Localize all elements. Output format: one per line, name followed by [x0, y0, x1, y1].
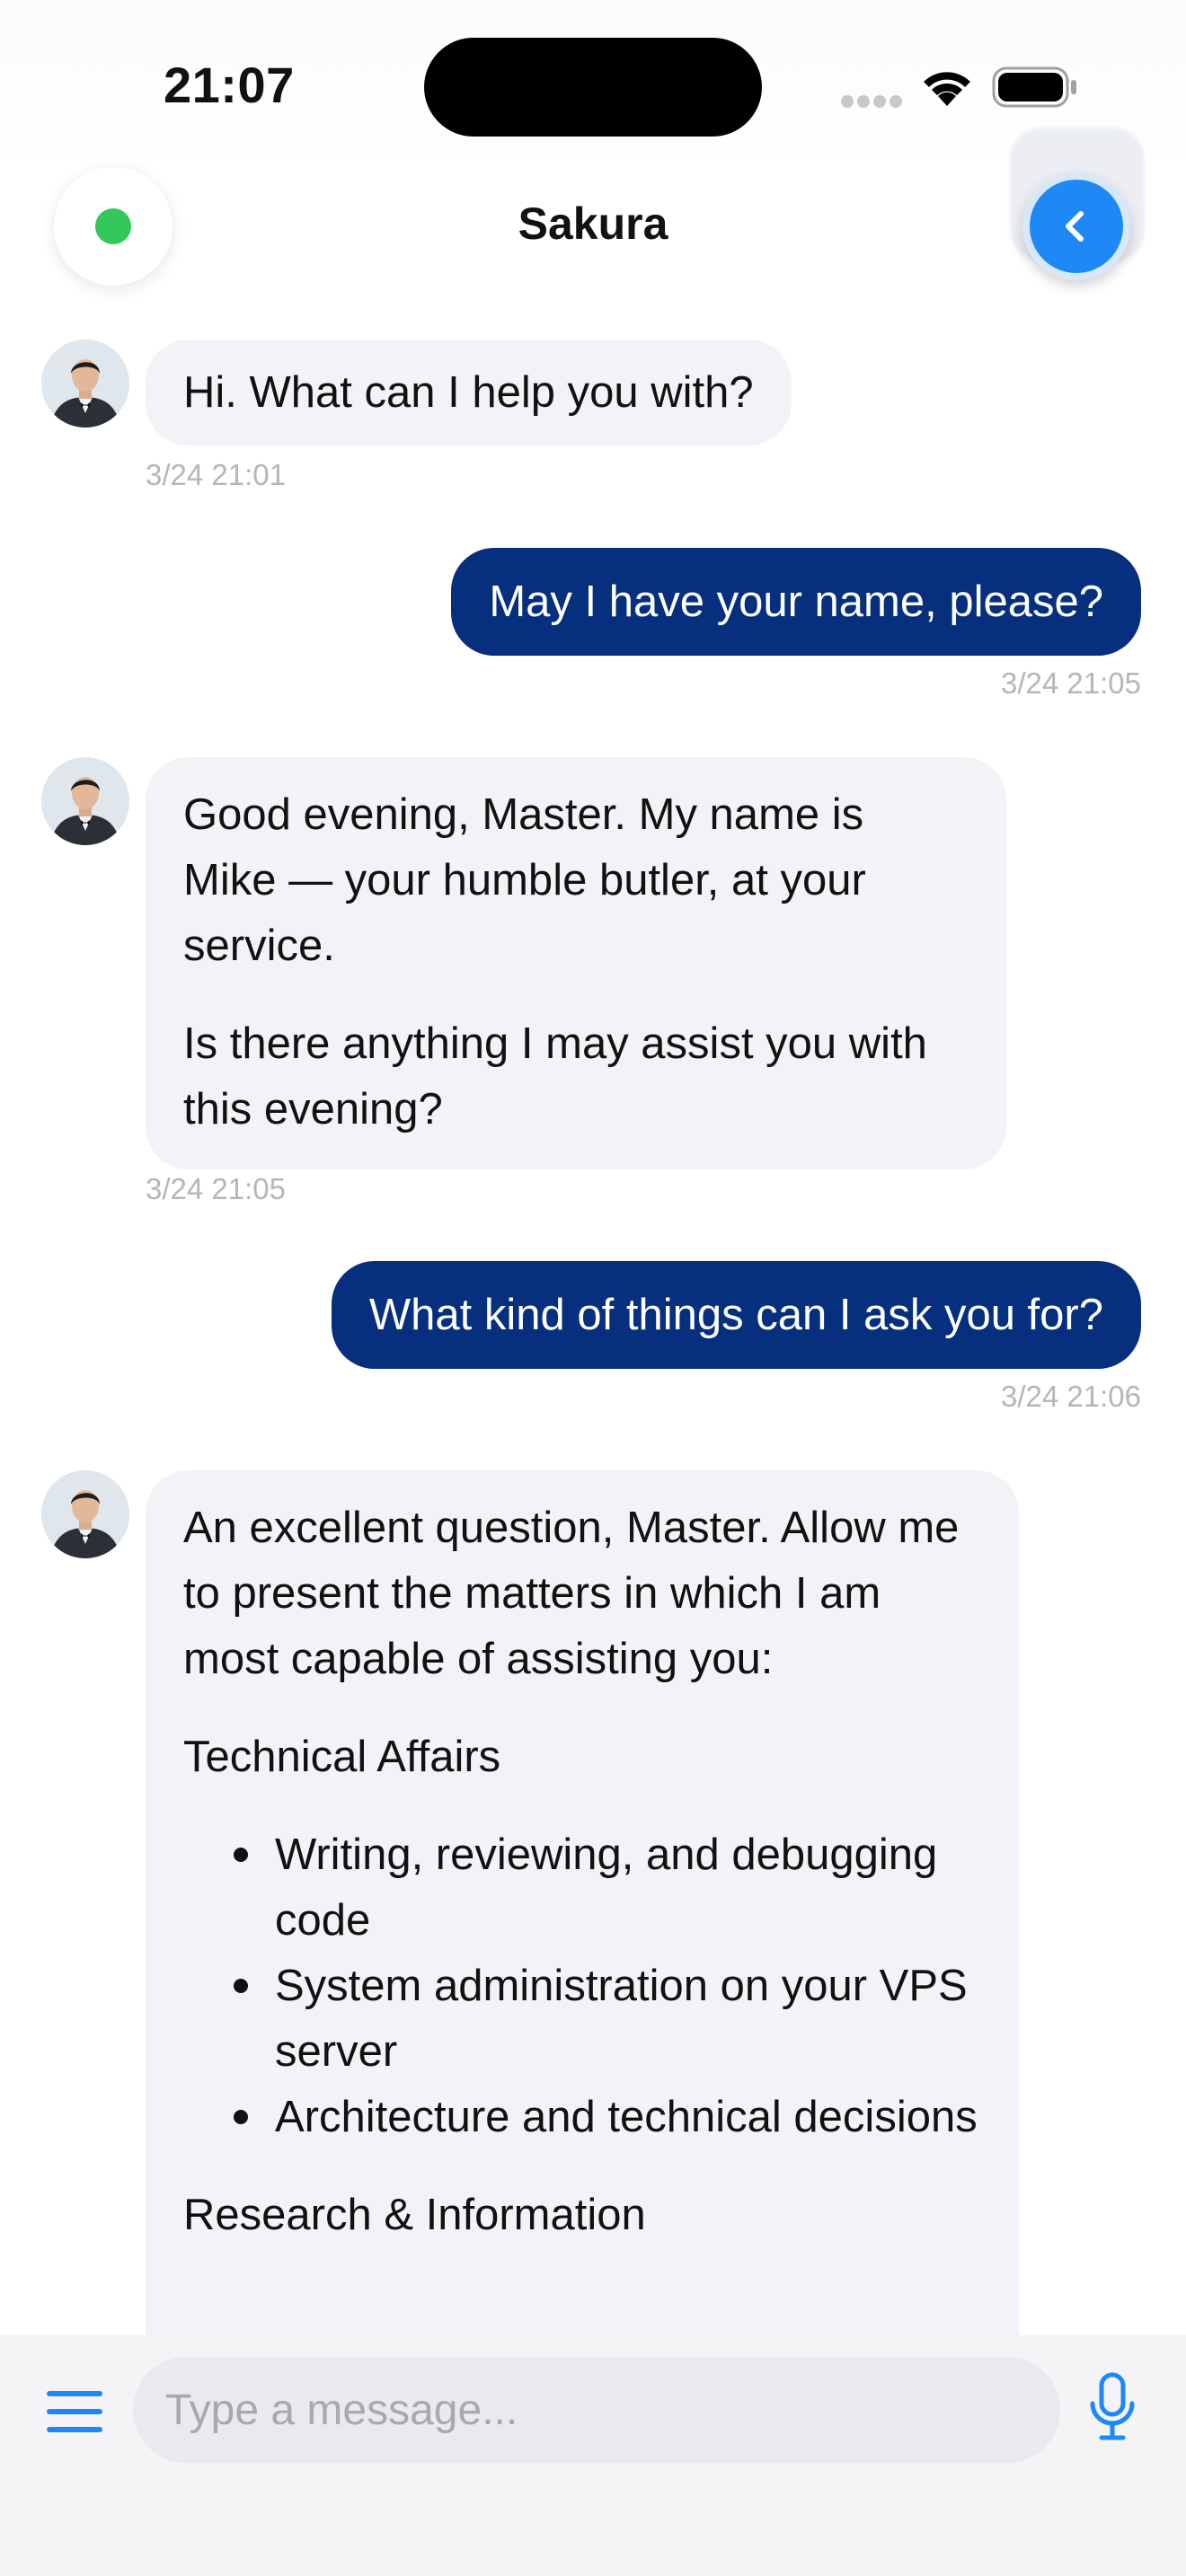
avatar [41, 1470, 129, 1558]
message-bubble-bot: An excellent question, Master. Allow me … [146, 1470, 1019, 2369]
bullet-list: Writing, reviewing, and debugging code S… [183, 1822, 981, 2150]
message-bubble-bot: Good evening, Master. My name is Mike — … [146, 757, 1006, 1169]
message-timestamp: 3/24 21:06 [1001, 1380, 1141, 1413]
battery-icon [992, 66, 1076, 108]
message-text: Hi. What can I help you with? [183, 368, 754, 417]
list-item: Writing, reviewing, and debugging code [183, 1822, 981, 1954]
message-input[interactable] [133, 2357, 1060, 2463]
message-timestamp: 3/24 21:01 [146, 458, 286, 491]
message-bubble-user: What kind of things can I ask you for? [331, 1261, 1141, 1369]
message-bubble-bot: Hi. What can I help you with? [146, 340, 792, 446]
message-text: May I have your name, please? [489, 578, 1103, 626]
dynamic-island [424, 38, 762, 137]
message-paragraph: An excellent question, Master. Allow me … [183, 1504, 960, 1683]
section-heading: Research & Information [183, 2191, 646, 2239]
microphone-icon [1090, 2372, 1135, 2440]
section-heading: Technical Affairs [183, 1733, 501, 1781]
message-text: What kind of things can I ask you for? [368, 1291, 1103, 1339]
message-timestamp: 3/24 21:05 [146, 1172, 286, 1205]
avatar [41, 340, 129, 428]
menu-button[interactable] [47, 2389, 106, 2434]
microphone-button[interactable] [1085, 2371, 1139, 2443]
message-bubble-user: May I have your name, please? [451, 548, 1141, 656]
message-paragraph: Good evening, Master. My name is Mike — … [183, 790, 866, 970]
message-timestamp: 3/24 21:05 [1001, 666, 1141, 700]
chat-title: Sakura [518, 198, 668, 249]
list-item: Architecture and technical decisions [183, 2085, 981, 2150]
list-item: System administration on your VPS server [183, 1954, 981, 2085]
back-button[interactable] [1022, 172, 1130, 280]
chevron-left-icon [1066, 211, 1084, 242]
chat-screen: Hi. What can I help you with? 3/24 21:01… [0, 0, 1186, 2576]
avatar [41, 757, 129, 845]
status-bar: 21:07 [0, 0, 1186, 171]
message-list[interactable]: Hi. What can I help you with? 3/24 21:01… [0, 0, 1186, 2369]
cellular-signal-icon [841, 95, 902, 108]
wifi-icon [924, 72, 970, 106]
clock: 21:07 [164, 57, 295, 113]
connection-status-button[interactable] [54, 167, 173, 286]
message-paragraph: Is there anything I may assist you with … [183, 1019, 927, 1134]
online-status-dot [95, 208, 131, 244]
